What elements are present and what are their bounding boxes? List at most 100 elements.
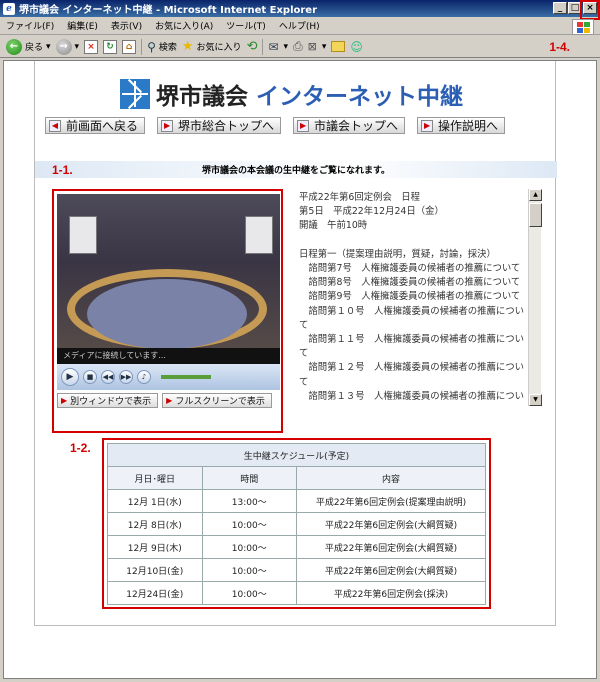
header-date: 月日･曜日 — [107, 466, 203, 490]
table-row: 12月 9日(木) 10:00～ 平成22年第6回定例会(大綱質疑) — [107, 535, 486, 559]
site-nav: ◀ 前画面へ戻る ▶ 堺市総合トップへ ▶ 市議会トップへ ▶ 操作説明へ — [45, 117, 506, 134]
toolbar-separator — [141, 38, 143, 55]
search-label: 検索 — [158, 43, 177, 53]
video-player: メディアに接続しています... ▶ ■ ◀◀ ▶▶ ♪ ▶ 別ウィンドウで表示 … — [52, 189, 283, 433]
agenda-text: 平成22年第6回定例会 日程 第5日 平成22年12月24日（金） 開議 午前1… — [299, 191, 537, 407]
scroll-thumb[interactable] — [529, 203, 542, 227]
forward-arrow-icon: → — [55, 38, 72, 55]
edit-icon[interactable]: ⊠ — [308, 40, 317, 53]
favorites-label: お気に入り — [196, 43, 242, 53]
toolbar-separator — [262, 38, 264, 55]
arrow-right-icon: ▶ — [421, 119, 434, 132]
browser-viewport: 堺市議会 インターネット中継 ◀ 前画面へ戻る ▶ 堺市総合トップへ ▶ 市議会… — [3, 60, 597, 679]
cell-date: 12月 9日(木) — [107, 535, 203, 559]
arrow-right-icon: ▶ — [61, 396, 68, 405]
previous-icon[interactable]: ◀◀ — [101, 370, 115, 384]
stop-icon[interactable]: ■ — [83, 370, 97, 384]
schedule-table: 生中継スケジュール(予定) 月日･曜日 時間 内容 12月 1日(水) 13:0… — [107, 443, 486, 605]
menu-file[interactable]: ファイル(F) — [6, 19, 54, 32]
video-display[interactable]: メディアに接続しています... — [57, 194, 280, 364]
minimize-button[interactable]: _ — [553, 2, 567, 14]
cell-date: 12月10日(金) — [107, 558, 203, 582]
nav-assembly-top-button[interactable]: ▶ 市議会トップへ — [293, 117, 406, 134]
scroll-up-icon[interactable]: ▲ — [529, 189, 542, 201]
menu-help[interactable]: ヘルプ(H) — [279, 19, 320, 32]
ie-icon: e — [3, 2, 15, 15]
back-label: 戻る — [25, 43, 44, 53]
cell-content: 平成22年第6回定例会(提案理由説明) — [296, 489, 486, 513]
agenda-line: 諮問第１１号 人権擁護委員の候補者の推薦につい — [299, 334, 525, 346]
scroll-down-icon[interactable]: ▼ — [529, 394, 542, 406]
dropdown-arrow-icon[interactable]: ▾ — [322, 42, 327, 52]
fullscreen-button[interactable]: ▶ フルスクリーンで表示 — [162, 393, 272, 408]
menu-view[interactable]: 表示(V) — [111, 19, 142, 32]
stop-icon[interactable]: × — [84, 39, 99, 54]
forward-button[interactable]: → ▾ — [55, 38, 79, 55]
search-icon: ⚲ — [147, 39, 156, 54]
table-row: 12月 8日(水) 10:00～ 平成22年第6回定例会(大綱質疑) — [107, 512, 486, 536]
favorites-button[interactable]: ★ お気に入り — [182, 39, 242, 54]
agenda-line: 諮問第１２号 人権擁護委員の候補者の推薦につい — [299, 362, 525, 374]
agenda-line: て — [299, 319, 309, 331]
folder-icon[interactable] — [331, 41, 346, 52]
nav-help-button[interactable]: ▶ 操作説明へ — [417, 117, 506, 134]
hall-floor — [87, 279, 247, 349]
annotation-1-1: 1-1. — [52, 163, 73, 177]
volume-slider[interactable] — [161, 375, 211, 379]
player-buttons: ▶ 別ウィンドウで表示 ▶ フルスクリーンで表示 — [57, 393, 278, 408]
back-arrow-icon: ← — [6, 38, 22, 55]
menu-edit[interactable]: 編集(E) — [67, 19, 98, 32]
search-button[interactable]: ⚲ 検索 — [147, 40, 177, 54]
star-icon: ★ — [181, 39, 194, 54]
refresh-icon[interactable]: ↻ — [103, 39, 118, 54]
open-window-label: 別ウィンドウで表示 — [70, 397, 152, 407]
menu-favorites[interactable]: お気に入り(A) — [155, 19, 213, 32]
cell-time: 10:00～ — [201, 581, 297, 605]
cell-time: 10:00～ — [201, 558, 297, 582]
annotation-1-2: 1-2. — [70, 441, 91, 455]
player-controls: ▶ ■ ◀◀ ▶▶ ♪ — [57, 364, 280, 390]
nav-city-top-label: 堺市総合トップへ — [178, 119, 275, 133]
cell-date: 12月24日(金) — [107, 581, 203, 605]
open-window-button[interactable]: ▶ 別ウィンドウで表示 — [57, 393, 159, 408]
cell-time: 13:00～ — [201, 489, 297, 513]
dropdown-arrow-icon: ▾ — [46, 41, 51, 52]
city-emblem-icon — [120, 78, 150, 110]
mute-icon[interactable]: ♪ — [137, 370, 151, 384]
back-button[interactable]: ← 戻る ▾ — [6, 38, 51, 55]
agenda-line: 諮問第8号 人権擁護委員の候補者の推薦について — [299, 277, 521, 289]
cell-time: 10:00～ — [201, 512, 297, 536]
nav-back-label: 前画面へ戻る — [66, 119, 139, 133]
agenda-line: 開議 午前10時 — [299, 220, 368, 232]
logo-text-broadcast: インターネット中継 — [256, 84, 463, 110]
cell-content: 平成22年第6回定例会(大綱質疑) — [296, 535, 486, 559]
home-icon[interactable]: ⌂ — [122, 39, 137, 54]
table-caption-row: 生中継スケジュール(予定) — [107, 443, 486, 467]
nav-back-button[interactable]: ◀ 前画面へ戻る — [45, 117, 146, 134]
windows-logo-icon — [572, 19, 594, 35]
dropdown-arrow-icon[interactable]: ▾ — [284, 42, 289, 52]
play-icon[interactable]: ▶ — [61, 368, 79, 386]
schedule-table-box: 生中継スケジュール(予定) 月日･曜日 時間 内容 12月 1日(水) 13:0… — [102, 438, 491, 609]
agenda-scrollbar[interactable]: ▲ ▼ — [528, 189, 542, 406]
window-title: 堺市議会 インターネット中継 - Microsoft Internet Expl… — [19, 5, 318, 16]
agenda-line: 第5日 平成22年12月24日（金） — [299, 206, 444, 218]
agenda-line — [299, 234, 537, 248]
menu-tools[interactable]: ツール(T) — [226, 19, 266, 32]
cell-content: 平成22年第6回定例会(採決) — [296, 581, 486, 605]
print-icon[interactable]: ⎙ — [293, 39, 303, 54]
mail-icon[interactable]: ✉ — [268, 40, 278, 54]
arrow-right-icon: ▶ — [297, 119, 310, 132]
arrow-right-icon: ▶ — [166, 396, 173, 405]
messenger-icon[interactable]: ☺ — [350, 40, 363, 54]
next-icon[interactable]: ▶▶ — [119, 370, 133, 384]
nav-assembly-top-label: 市議会トップへ — [314, 119, 399, 133]
agenda-line: 諮問第9号 人権擁護委員の候補者の推薦について — [299, 291, 521, 303]
history-icon[interactable]: ⟲ — [247, 39, 258, 54]
nav-city-top-button[interactable]: ▶ 堺市総合トップへ — [157, 117, 282, 134]
fullscreen-label: フルスクリーンで表示 — [175, 397, 265, 407]
table-row: 12月10日(金) 10:00～ 平成22年第6回定例会(大綱質疑) — [107, 558, 486, 582]
site-logo: 堺市議会 インターネット中継 — [120, 77, 463, 111]
agenda-line: 日程第一（提案理由説明，質疑，討論，採決） — [299, 248, 496, 260]
nav-help-label: 操作説明へ — [438, 119, 499, 133]
